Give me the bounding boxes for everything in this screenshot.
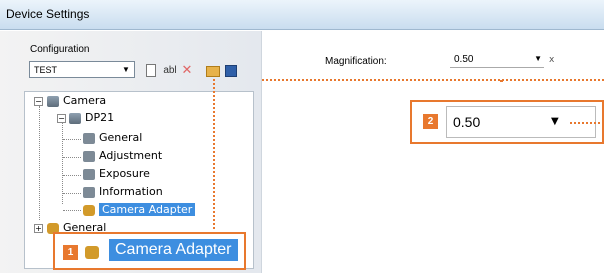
tree-node-adjustment[interactable]: Adjustment [83, 148, 162, 164]
tree-node-label: DP21 [85, 111, 115, 124]
tree-connector [63, 193, 81, 194]
title-bar: Device Settings [0, 0, 604, 30]
guide-line [262, 79, 604, 81]
tree-node-camera-adapter[interactable]: Camera Adapter [83, 202, 196, 218]
tree-node-label: Information [99, 185, 163, 198]
magnification-unit: x [549, 55, 555, 65]
configuration-label: Configuration [30, 44, 90, 55]
camera-adapter-zoom-label: Camera Adapter [109, 239, 238, 261]
expand-icon[interactable]: + [34, 224, 43, 233]
guide-line [213, 79, 215, 229]
guide-line [570, 122, 604, 124]
delete-icon[interactable]: ✕ [180, 64, 194, 78]
configuration-select-value: TEST [34, 65, 58, 75]
magnification-zoom-value: 0.50 [453, 114, 481, 130]
magnification-label: Magnification: [325, 56, 387, 67]
adapter-icon [83, 204, 95, 216]
callout-number-badge: 2 [423, 114, 438, 129]
settings-page-icon [83, 186, 95, 198]
tree-node-general[interactable]: General [83, 130, 142, 146]
configuration-select[interactable]: TEST ▼ [29, 61, 135, 78]
tree-connector [39, 106, 40, 220]
tree-connector [63, 157, 81, 158]
save-icon[interactable] [225, 65, 237, 77]
collapse-icon[interactable]: − [34, 97, 43, 106]
settings-pane [263, 31, 604, 273]
tree-node-label: Exposure [99, 167, 150, 180]
callout-number-badge: 1 [63, 245, 78, 260]
tree-connector [63, 175, 81, 176]
camera-icon [47, 95, 59, 107]
tree-node-exposure[interactable]: Exposure [83, 166, 150, 182]
device-icon [69, 112, 81, 124]
callout-camera-adapter: 1 Camera Adapter [53, 232, 246, 270]
tree-node-label: Camera [63, 94, 107, 107]
chevron-down-icon: ▼ [551, 116, 559, 127]
chevron-down-icon[interactable]: ▼ [534, 54, 542, 63]
tree-node-dp21[interactable]: DP21 [69, 110, 114, 126]
tree-connector [63, 139, 81, 140]
magnification-value: 0.50 [454, 54, 474, 65]
tree-connector [62, 122, 63, 204]
device-settings-window: Device Settings Configuration TEST ▼ abl… [0, 0, 604, 273]
settings-page-icon [83, 168, 95, 180]
settings-page-icon [83, 132, 95, 144]
new-document-icon[interactable] [146, 64, 156, 77]
tree-node-information[interactable]: Information [83, 184, 163, 200]
tree-connector [63, 210, 81, 211]
open-folder-icon[interactable] [206, 66, 220, 77]
magnification-select[interactable]: 0.50 ▼ [450, 53, 544, 68]
tree-node-label: General [99, 131, 143, 144]
guide-line [500, 80, 501, 82]
settings-page-icon [83, 150, 95, 162]
tree-node-label-selected: Camera Adapter [99, 203, 196, 216]
window-title: Device Settings [6, 7, 90, 21]
rename-icon[interactable]: abl [162, 64, 178, 78]
chevron-down-icon[interactable]: ▼ [120, 64, 132, 75]
adapter-icon [85, 246, 99, 259]
tree-node-camera[interactable]: Camera [47, 93, 106, 109]
collapse-icon[interactable]: − [57, 114, 66, 123]
tree-node-label: Adjustment [99, 149, 163, 162]
